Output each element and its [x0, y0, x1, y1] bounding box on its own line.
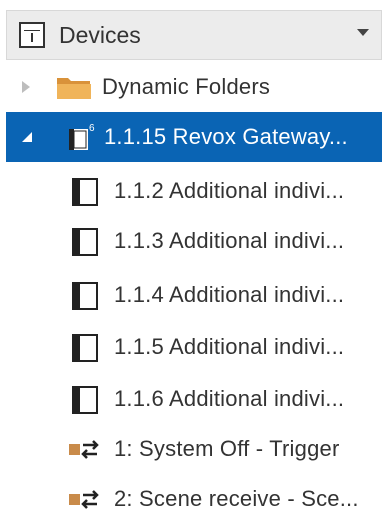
tree-item-label: 1.1.6 Additional indivi... [114, 386, 345, 411]
tree-item-device[interactable]: 1.1.6 Additional indivi... [6, 374, 382, 424]
device-icon [72, 228, 98, 256]
tree-item-label: 1.1.3 Additional indivi... [114, 228, 345, 253]
tree-item-label: 1.1.2 Additional indivi... [114, 178, 345, 203]
panel-title: Devices [59, 21, 141, 48]
tree-item-label: 2: Scene receive - Sce... [114, 486, 359, 511]
device-icon [72, 178, 98, 206]
tree-item-group-object[interactable]: 2: Scene receive - Sce... [6, 474, 382, 524]
device-icon [72, 334, 98, 362]
tree-item-label: Dynamic Folders [102, 74, 271, 99]
tree-item-device[interactable]: 1.1.5 Additional indivi... [6, 322, 382, 372]
tree-item-device[interactable]: 1.1.2 Additional indivi... [6, 166, 382, 216]
collapse-arrow-icon[interactable] [22, 132, 32, 142]
panel-header[interactable]: Devices [6, 10, 382, 60]
tree-item-label: 1.1.5 Additional indivi... [114, 334, 345, 359]
tree-item-device[interactable]: 1.1.3 Additional indivi... [6, 216, 382, 266]
device-icon [72, 386, 98, 414]
chevron-down-icon[interactable] [357, 29, 369, 36]
tree-item-label: 1.1.4 Additional indivi... [114, 282, 345, 307]
tree-item-label: 1.1.15 Revox Gateway... [104, 124, 348, 149]
gateway-device-icon: 6 [69, 123, 95, 150]
devices-panel: Devices Dynamic Folders 6 1.1.15 Revox G… [0, 0, 390, 524]
folder-icon [57, 78, 91, 99]
tree-item-dynamic-folders[interactable]: Dynamic Folders [6, 62, 382, 112]
tree-item-label: 1: System Off - Trigger [114, 436, 340, 461]
group-object-icon [69, 440, 99, 459]
panel-icon [19, 22, 45, 48]
child-count-badge: 6 [89, 123, 95, 134]
expand-arrow-icon[interactable] [22, 81, 30, 93]
tree-item-gateway[interactable]: 6 1.1.15 Revox Gateway... [6, 112, 382, 162]
group-object-icon [69, 490, 99, 509]
device-icon [72, 282, 98, 310]
tree-item-device[interactable]: 1.1.4 Additional indivi... [6, 270, 382, 320]
tree-item-group-object[interactable]: 1: System Off - Trigger [6, 424, 382, 474]
